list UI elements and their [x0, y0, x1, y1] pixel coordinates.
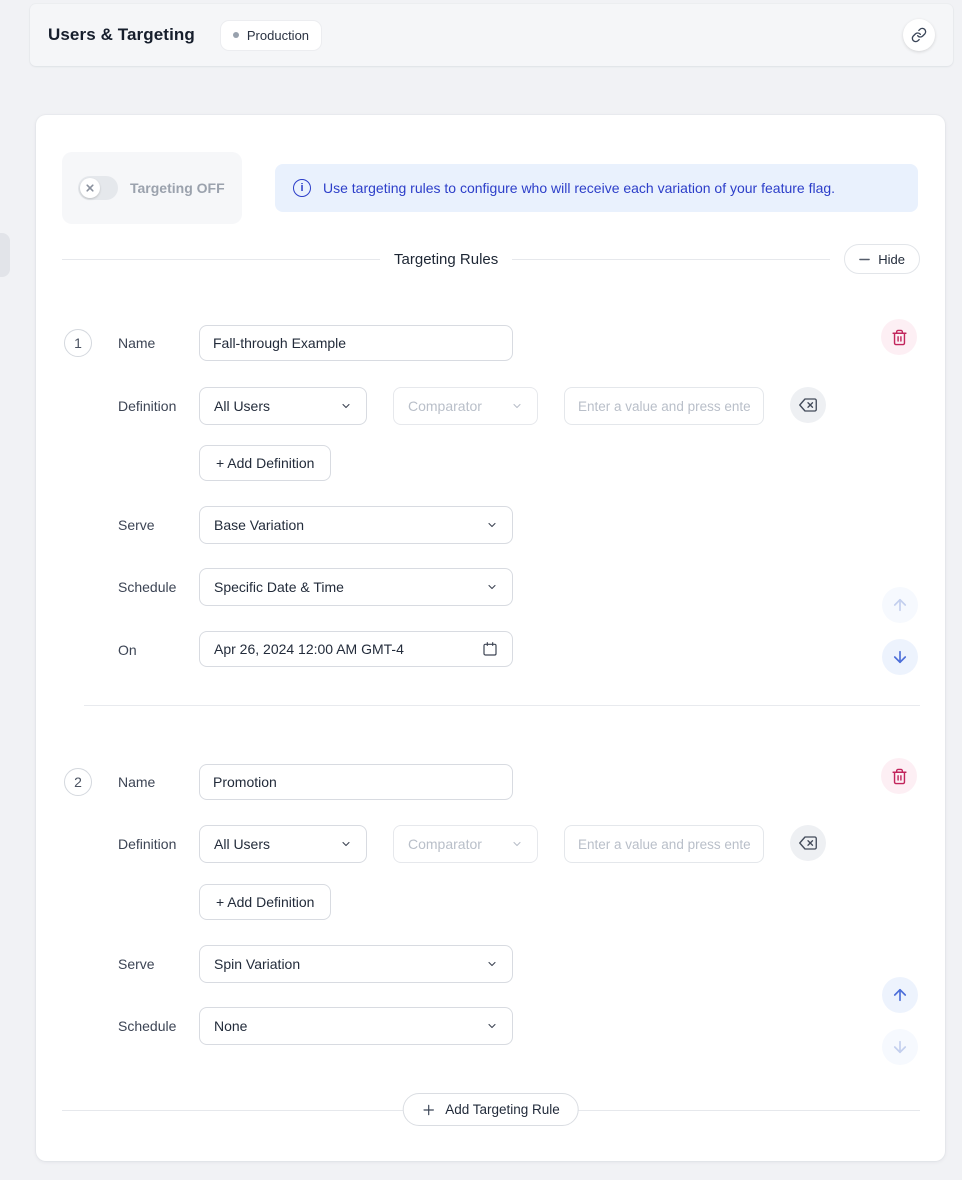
backspace-icon — [799, 396, 817, 414]
environment-badge-label: Production — [247, 28, 309, 43]
add-targeting-rule-label: Add Targeting Rule — [445, 1102, 560, 1117]
add-targeting-rule-button[interactable]: Add Targeting Rule — [402, 1093, 579, 1126]
trash-icon — [891, 768, 908, 785]
serve-select[interactable]: Base Variation — [199, 506, 513, 544]
add-definition-button[interactable]: + Add Definition — [199, 884, 331, 920]
plus-icon — [421, 1103, 435, 1117]
rule-number-badge: 1 — [64, 329, 92, 357]
targeting-toggle-label: Targeting OFF — [130, 180, 225, 196]
rule-number-badge: 2 — [64, 768, 92, 796]
definition-value-input[interactable] — [564, 825, 764, 863]
schedule-date-input[interactable]: Apr 26, 2024 12:00 AM GMT-4 — [199, 631, 513, 667]
schedule-label: Schedule — [118, 1018, 176, 1034]
hide-rules-button[interactable]: Hide — [844, 244, 920, 274]
targeting-toggle-switch[interactable] — [78, 176, 118, 200]
chevron-down-icon — [340, 400, 352, 412]
arrow-down-icon — [891, 648, 909, 666]
rule-name-input[interactable] — [199, 764, 513, 800]
definition-label: Definition — [118, 836, 176, 852]
chevron-down-icon — [511, 400, 523, 412]
on-label: On — [118, 642, 137, 658]
schedule-select[interactable]: None — [199, 1007, 513, 1045]
schedule-date-value: Apr 26, 2024 12:00 AM GMT-4 — [214, 641, 404, 657]
name-label: Name — [118, 335, 155, 351]
divider-line — [62, 259, 380, 260]
targeting-panel: Targeting OFF i Use targeting rules to c… — [36, 115, 945, 1161]
delete-rule-button[interactable] — [881, 758, 917, 794]
comparator-select-placeholder: Comparator — [408, 398, 482, 414]
schedule-label: Schedule — [118, 579, 176, 595]
environment-dot-icon — [233, 32, 239, 38]
copy-link-button[interactable] — [903, 19, 935, 51]
serve-select-value: Base Variation — [214, 517, 304, 533]
delete-rule-button[interactable] — [881, 319, 917, 355]
targeting-rules-divider: Targeting Rules Hide — [62, 244, 920, 274]
definition-select[interactable]: All Users — [199, 387, 367, 425]
move-rule-up-button[interactable] — [882, 977, 918, 1013]
serve-select-value: Spin Variation — [214, 956, 300, 972]
chevron-down-icon — [340, 838, 352, 850]
toggle-off-icon — [80, 178, 100, 198]
trash-icon — [891, 329, 908, 346]
environment-badge: Production — [221, 21, 321, 50]
backspace-icon — [799, 834, 817, 852]
hide-button-label: Hide — [878, 252, 905, 267]
clear-definition-button[interactable] — [790, 387, 826, 423]
info-icon: i — [293, 179, 311, 197]
comparator-select[interactable]: Comparator — [393, 387, 538, 425]
chevron-down-icon — [486, 1020, 498, 1032]
schedule-select-value: Specific Date & Time — [214, 579, 344, 595]
definition-select-value: All Users — [214, 836, 270, 852]
page-header: Users & Targeting Production — [30, 4, 953, 66]
move-rule-up-button[interactable] — [882, 587, 918, 623]
divider-line — [512, 259, 830, 260]
definition-label: Definition — [118, 398, 176, 414]
section-title: Targeting Rules — [394, 251, 498, 268]
side-tab-handle — [0, 233, 10, 277]
definition-select-value: All Users — [214, 398, 270, 414]
comparator-select[interactable]: Comparator — [393, 825, 538, 863]
schedule-select[interactable]: Specific Date & Time — [199, 568, 513, 606]
chevron-down-icon — [486, 958, 498, 970]
clear-definition-button[interactable] — [790, 825, 826, 861]
serve-label: Serve — [118, 956, 155, 972]
serve-label: Serve — [118, 517, 155, 533]
page-title: Users & Targeting — [48, 25, 195, 45]
chevron-down-icon — [511, 838, 523, 850]
chevron-down-icon — [486, 581, 498, 593]
link-icon — [911, 27, 927, 43]
schedule-select-value: None — [214, 1018, 247, 1034]
targeting-toggle-card[interactable]: Targeting OFF — [62, 152, 242, 224]
definition-value-input[interactable] — [564, 387, 764, 425]
info-banner-text: Use targeting rules to configure who wil… — [323, 180, 835, 196]
chevron-down-icon — [486, 519, 498, 531]
arrow-up-icon — [891, 986, 909, 1004]
add-definition-button[interactable]: + Add Definition — [199, 445, 331, 481]
info-banner: i Use targeting rules to configure who w… — [275, 164, 918, 212]
move-rule-down-button[interactable] — [882, 639, 918, 675]
arrow-up-icon — [891, 596, 909, 614]
rule-name-input[interactable] — [199, 325, 513, 361]
minus-icon — [859, 254, 870, 265]
arrow-down-icon — [891, 1038, 909, 1056]
name-label: Name — [118, 774, 155, 790]
calendar-icon — [482, 641, 498, 657]
move-rule-down-button[interactable] — [882, 1029, 918, 1065]
comparator-select-placeholder: Comparator — [408, 836, 482, 852]
definition-select[interactable]: All Users — [199, 825, 367, 863]
serve-select[interactable]: Spin Variation — [199, 945, 513, 983]
rule-separator — [84, 705, 920, 706]
